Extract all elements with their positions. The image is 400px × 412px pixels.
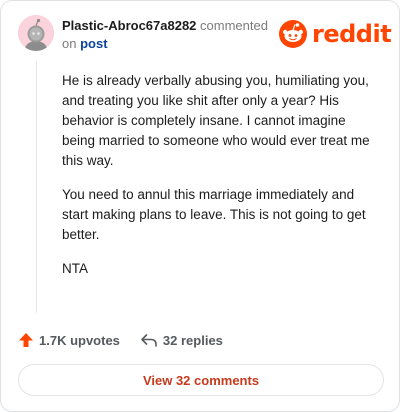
comment-paragraph-2: You need to annul this marriage immediat… — [62, 187, 366, 242]
view-comments-button[interactable]: View 32 comments — [18, 364, 384, 396]
thread-line — [36, 61, 37, 313]
user-avatar[interactable] — [18, 15, 54, 51]
comment-card: Plastic-Abroc67a8282 commented on post r… — [0, 0, 400, 412]
post-link[interactable]: post — [80, 36, 107, 51]
reply-arrow-icon — [141, 334, 157, 347]
comment-actions: 1.7K upvotes 32 replies — [18, 330, 223, 350]
snoo-avatar-icon — [18, 15, 54, 51]
on-label: on — [62, 36, 77, 51]
reply-count: 32 replies — [162, 332, 223, 348]
upvote-arrow-icon — [19, 333, 33, 347]
reddit-logo[interactable]: reddit — [278, 17, 392, 51]
commented-label: commented — [200, 18, 268, 33]
comment-paragraph-3: NTA — [62, 261, 88, 276]
replies-button[interactable]: 32 replies — [140, 332, 223, 348]
comment-paragraph-1: He is already verbally abusing you, humi… — [62, 73, 370, 168]
comment-header: Plastic-Abroc67a8282 commented on post — [62, 17, 272, 53]
upvote-button[interactable]: 1.7K upvotes — [18, 332, 120, 348]
reddit-wordmark: reddit — [312, 20, 392, 48]
comment-body: He is already verbally abusing you, humi… — [62, 71, 380, 293]
upvote-count: 1.7K upvotes — [39, 332, 120, 348]
reddit-snoo-icon — [279, 20, 307, 48]
username-link[interactable]: Plastic-Abroc67a8282 — [62, 18, 196, 33]
